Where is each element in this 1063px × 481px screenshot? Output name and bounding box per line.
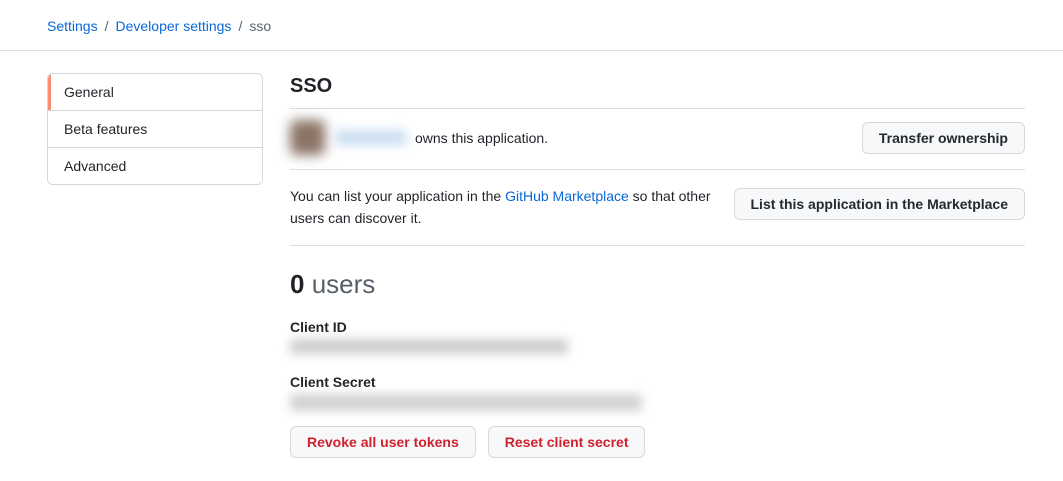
users-count-heading: 0 users xyxy=(290,270,1025,299)
page-title: SSO xyxy=(290,73,1025,109)
reset-client-secret-button[interactable]: Reset client secret xyxy=(488,426,646,458)
list-in-marketplace-button[interactable]: List this application in the Marketplace xyxy=(734,188,1026,220)
sidebar-item-advanced[interactable]: Advanced xyxy=(48,147,262,184)
github-marketplace-link[interactable]: GitHub Marketplace xyxy=(505,188,629,204)
client-secret-section: Client Secret xyxy=(290,374,1025,411)
client-secret-label: Client Secret xyxy=(290,374,1025,390)
users-label: users xyxy=(312,269,376,299)
settings-layout: General Beta features Advanced SSO owns … xyxy=(0,51,1063,458)
transfer-ownership-button[interactable]: Transfer ownership xyxy=(862,122,1025,154)
marketplace-section: You can list your application in the Git… xyxy=(290,170,1025,246)
breadcrumb-link-developer-settings[interactable]: Developer settings xyxy=(115,18,231,34)
client-id-label: Client ID xyxy=(290,319,1025,335)
users-count: 0 xyxy=(290,269,304,299)
breadcrumb: Settings / Developer settings / sso xyxy=(47,18,1025,34)
sidebar-item-general[interactable]: General xyxy=(48,74,262,110)
page-header: Settings / Developer settings / sso xyxy=(0,0,1063,51)
owner-info: owns this application. xyxy=(290,120,548,155)
owner-avatar xyxy=(290,120,325,155)
client-id-section: Client ID xyxy=(290,319,1025,354)
client-id-value-redacted xyxy=(290,339,568,354)
danger-actions: Revoke all user tokens Reset client secr… xyxy=(290,426,1025,458)
breadcrumb-separator: / xyxy=(105,18,109,34)
breadcrumb-link-settings[interactable]: Settings xyxy=(47,18,98,34)
settings-sidebar: General Beta features Advanced xyxy=(47,73,263,185)
app-settings-main: SSO owns this application. Transfer owne… xyxy=(290,73,1025,458)
sidebar-item-beta-features[interactable]: Beta features xyxy=(48,110,262,147)
marketplace-text: You can list your application in the Git… xyxy=(290,186,734,229)
marketplace-text-before: You can list your application in the xyxy=(290,188,505,204)
ownership-section: owns this application. Transfer ownershi… xyxy=(290,109,1025,170)
owner-name-link-redacted[interactable] xyxy=(335,130,407,145)
breadcrumb-current-app: sso xyxy=(249,18,271,34)
revoke-all-user-tokens-button[interactable]: Revoke all user tokens xyxy=(290,426,476,458)
breadcrumb-separator: / xyxy=(238,18,242,34)
ownership-text: owns this application. xyxy=(415,130,548,146)
client-secret-value-redacted xyxy=(290,394,642,411)
